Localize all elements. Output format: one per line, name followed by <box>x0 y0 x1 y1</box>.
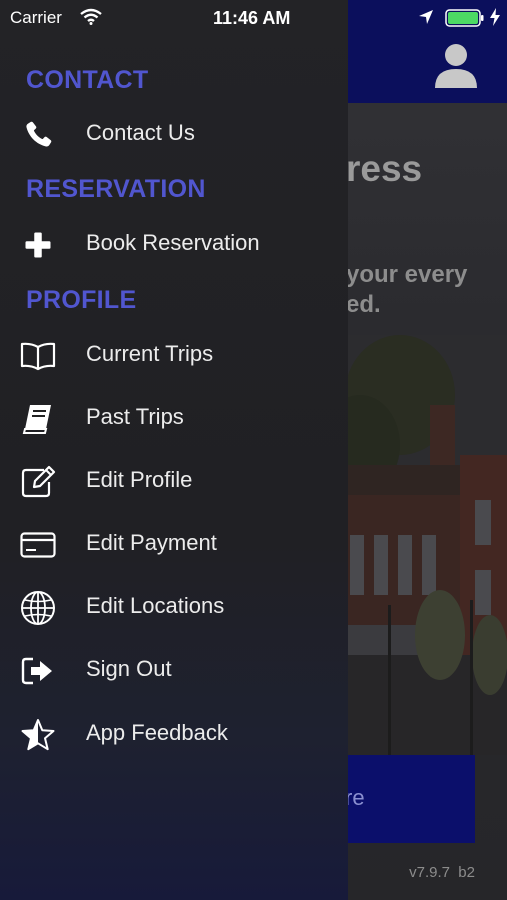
menu-item-label: Past Trips <box>86 404 184 429</box>
menu-item-app-feedback[interactable]: App Feedback <box>0 707 348 763</box>
menu-item-book-reservation[interactable]: Book Reservation <box>0 217 348 273</box>
profile-avatar-button[interactable] <box>433 42 479 90</box>
wifi-icon <box>80 8 102 30</box>
phone-icon <box>18 115 58 155</box>
menu-item-edit-profile[interactable]: Edit Profile <box>0 454 348 510</box>
menu-item-past-trips[interactable]: Past Trips <box>0 391 348 447</box>
user-avatar-icon <box>435 44 477 88</box>
section-header-contact: CONTACT <box>26 66 149 94</box>
plus-icon <box>18 225 58 265</box>
primary-action-button[interactable]: re <box>340 755 475 843</box>
menu-item-label: Book Reservation <box>86 230 260 255</box>
credit-card-icon <box>18 525 58 565</box>
globe-icon <box>18 588 58 628</box>
menu-item-label: Edit Locations <box>86 593 225 618</box>
menu-item-label: Edit Profile <box>86 467 193 492</box>
carrier-label: Carrier <box>10 8 62 27</box>
app-version-label: v7.9.7 b2 <box>409 864 475 881</box>
open-book-icon <box>18 336 58 376</box>
hero-subtitle: your every ed. <box>346 261 468 318</box>
menu-item-edit-payment[interactable]: Edit Payment <box>0 517 348 573</box>
menu-item-label: App Feedback <box>86 720 228 745</box>
star-icon <box>18 715 58 755</box>
menu-item-current-trips[interactable]: Current Trips <box>0 328 348 384</box>
location-arrow-icon <box>418 9 434 30</box>
menu-item-sign-out[interactable]: Sign Out <box>0 643 348 699</box>
section-header-profile: PROFILE <box>26 286 137 314</box>
menu-item-label: Sign Out <box>86 656 172 681</box>
battery-icon <box>445 9 485 32</box>
menu-item-edit-locations[interactable]: Edit Locations <box>0 580 348 636</box>
side-drawer-menu: CONTACT Contact Us RESERVATION Book Rese… <box>0 0 348 900</box>
charging-bolt-icon <box>489 8 501 31</box>
section-header-reservation: RESERVATION <box>26 175 206 203</box>
menu-item-label: Current Trips <box>86 341 214 366</box>
closed-book-icon <box>18 399 58 439</box>
menu-item-label: Contact Us <box>86 120 195 145</box>
status-bar: Carrier 11:46 AM <box>0 0 507 36</box>
town-photo <box>340 335 507 755</box>
menu-item-contact-us[interactable]: Contact Us <box>0 107 348 163</box>
hero-title: ress <box>346 148 423 189</box>
menu-item-label: Edit Payment <box>86 530 217 555</box>
sign-out-icon <box>18 651 58 691</box>
edit-square-icon <box>18 462 58 502</box>
status-time: 11:46 AM <box>213 8 291 28</box>
